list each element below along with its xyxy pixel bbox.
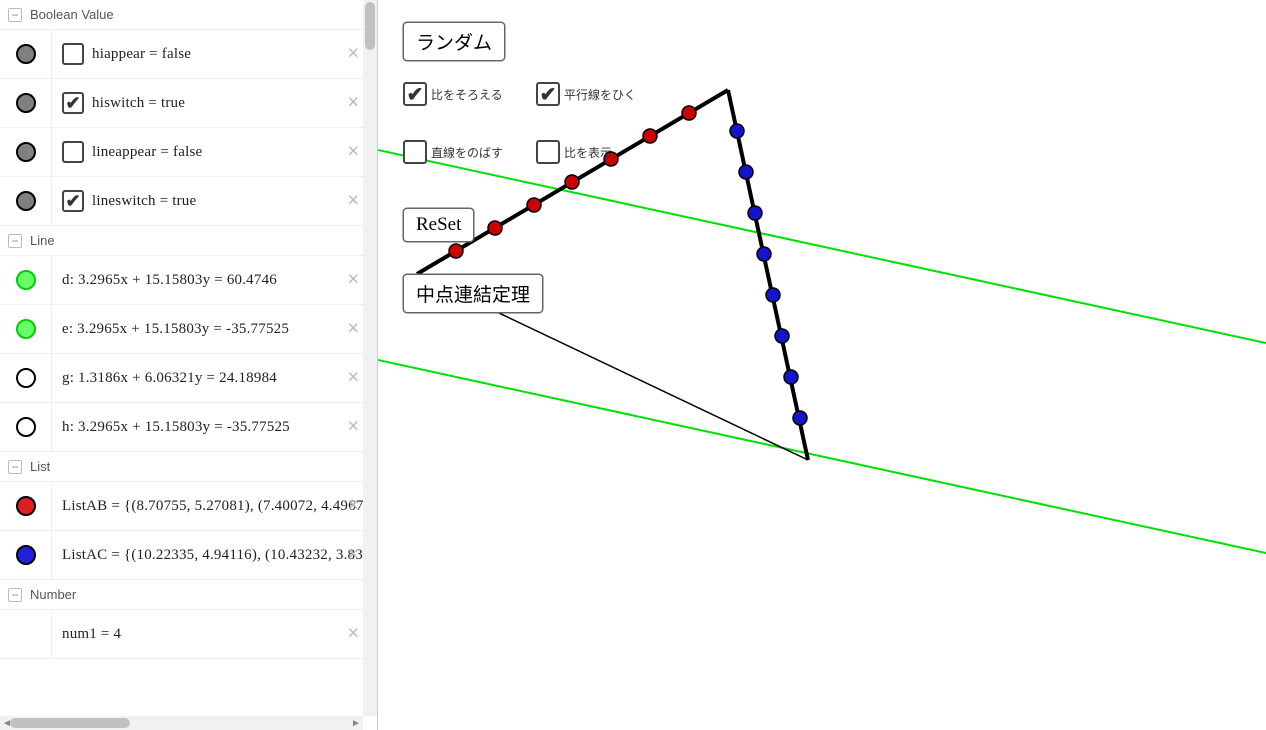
checkbox-box[interactable] — [536, 140, 560, 164]
visibility-toggle[interactable] — [0, 482, 52, 530]
checkbox-extend-line[interactable]: 直線をのばす — [403, 140, 503, 164]
alg-row-hiswitch[interactable]: ✔ hiswitch = true × — [0, 79, 377, 128]
visibility-toggle[interactable] — [0, 30, 52, 78]
midsegment-button[interactable]: 中点連結定理 — [403, 274, 543, 313]
section-header-list[interactable]: − List — [0, 452, 377, 482]
arrow-left-icon[interactable]: ◄ — [0, 716, 14, 730]
section-label: Line — [30, 233, 55, 248]
object-definition: ListAB = {(8.70755, 5.27081), (7.40072, … — [62, 498, 376, 515]
visibility-toggle[interactable] — [0, 256, 52, 304]
checkbox-show-ratio[interactable]: 比を表示 — [536, 140, 612, 164]
delete-icon[interactable]: × — [347, 495, 359, 518]
delete-icon[interactable]: × — [347, 190, 359, 213]
section-label: Number — [30, 587, 76, 602]
object-definition: ListAC = {(10.22335, 4.94116), (10.43232… — [62, 547, 377, 564]
section-label: List — [30, 459, 50, 474]
object-definition: e: 3.2965x + 15.15803y = -35.77525 — [62, 321, 289, 338]
reset-button[interactable]: ReSet — [403, 208, 474, 242]
alg-row-listac[interactable]: ListAC = {(10.22335, 4.94116), (10.43232… — [0, 531, 377, 580]
checkbox-draw-parallel[interactable]: ✔ 平行線をひく — [536, 82, 636, 106]
checkbox-label: 直線をのばす — [431, 144, 503, 161]
alg-row-line-h[interactable]: h: 3.2965x + 15.15803y = -35.77525 × — [0, 403, 377, 452]
object-definition: h: 3.2965x + 15.15803y = -35.77525 — [62, 419, 290, 436]
visibility-toggle[interactable] — [0, 531, 52, 579]
checkbox-box[interactable] — [403, 140, 427, 164]
checkbox-label: 比をそろえる — [431, 86, 503, 103]
delete-icon[interactable]: × — [347, 623, 359, 646]
alg-row-num1[interactable]: num1 = 4 × — [0, 610, 377, 659]
collapse-icon[interactable]: − — [8, 234, 22, 248]
object-definition: g: 1.3186x + 6.06321y = 24.18984 — [62, 370, 277, 387]
geometry-stage[interactable] — [378, 0, 1266, 730]
collapse-icon[interactable]: − — [8, 460, 22, 474]
delete-icon[interactable]: × — [347, 367, 359, 390]
checkbox-ratio-align[interactable]: ✔ 比をそろえる — [403, 82, 503, 106]
collapse-icon[interactable]: − — [8, 8, 22, 22]
algebra-panel: − Boolean Value hiappear = false × ✔ his… — [0, 0, 378, 730]
alg-row-line-e[interactable]: e: 3.2965x + 15.15803y = -35.77525 × — [0, 305, 377, 354]
delete-icon[interactable]: × — [347, 318, 359, 341]
visibility-toggle[interactable] — [0, 354, 52, 402]
delete-icon[interactable]: × — [347, 92, 359, 115]
object-definition: lineswitch = true — [92, 193, 196, 210]
delete-icon[interactable]: × — [347, 544, 359, 567]
visibility-toggle[interactable] — [0, 177, 52, 225]
scrollbar-vertical[interactable] — [363, 0, 377, 716]
object-definition: lineappear = false — [92, 144, 202, 161]
visibility-toggle[interactable] — [0, 79, 52, 127]
section-header-line[interactable]: − Line — [0, 226, 377, 256]
checkbox[interactable] — [62, 43, 84, 65]
section-label: Boolean Value — [30, 7, 114, 22]
visibility-toggle[interactable] — [0, 610, 52, 658]
alg-row-line-d[interactable]: d: 3.2965x + 15.15803y = 60.4746 × — [0, 256, 377, 305]
visibility-toggle[interactable] — [0, 403, 52, 451]
checkbox-box[interactable]: ✔ — [536, 82, 560, 106]
object-definition: hiappear = false — [92, 46, 191, 63]
arrow-right-icon[interactable]: ► — [349, 716, 363, 730]
checkbox-label: 比を表示 — [564, 144, 612, 161]
checkbox[interactable]: ✔ — [62, 190, 84, 212]
scrollbar-horizontal[interactable]: ◄ ► — [0, 716, 363, 730]
delete-icon[interactable]: × — [347, 269, 359, 292]
alg-row-listab[interactable]: ListAB = {(8.70755, 5.27081), (7.40072, … — [0, 482, 377, 531]
section-header-boolean[interactable]: − Boolean Value — [0, 0, 377, 30]
object-definition: d: 3.2965x + 15.15803y = 60.4746 — [62, 272, 277, 289]
checkbox-label: 平行線をひく — [564, 86, 636, 103]
alg-row-hiappear[interactable]: hiappear = false × — [0, 30, 377, 79]
alg-row-line-g[interactable]: g: 1.3186x + 6.06321y = 24.18984 × — [0, 354, 377, 403]
collapse-icon[interactable]: − — [8, 588, 22, 602]
graphics-view[interactable]: ランダム ReSet 中点連結定理 ✔ 比をそろえる ✔ 平行線をひく 直線をの… — [378, 0, 1266, 730]
random-button[interactable]: ランダム — [403, 22, 505, 61]
visibility-toggle[interactable] — [0, 305, 52, 353]
checkbox-box[interactable]: ✔ — [403, 82, 427, 106]
delete-icon[interactable]: × — [347, 43, 359, 66]
delete-icon[interactable]: × — [347, 141, 359, 164]
alg-row-lineappear[interactable]: lineappear = false × — [0, 128, 377, 177]
section-header-number[interactable]: − Number — [0, 580, 377, 610]
delete-icon[interactable]: × — [347, 416, 359, 439]
checkbox[interactable] — [62, 141, 84, 163]
alg-row-lineswitch[interactable]: ✔ lineswitch = true × — [0, 177, 377, 226]
visibility-toggle[interactable] — [0, 128, 52, 176]
object-definition: num1 = 4 — [62, 626, 121, 643]
object-definition: hiswitch = true — [92, 95, 185, 112]
checkbox[interactable]: ✔ — [62, 92, 84, 114]
